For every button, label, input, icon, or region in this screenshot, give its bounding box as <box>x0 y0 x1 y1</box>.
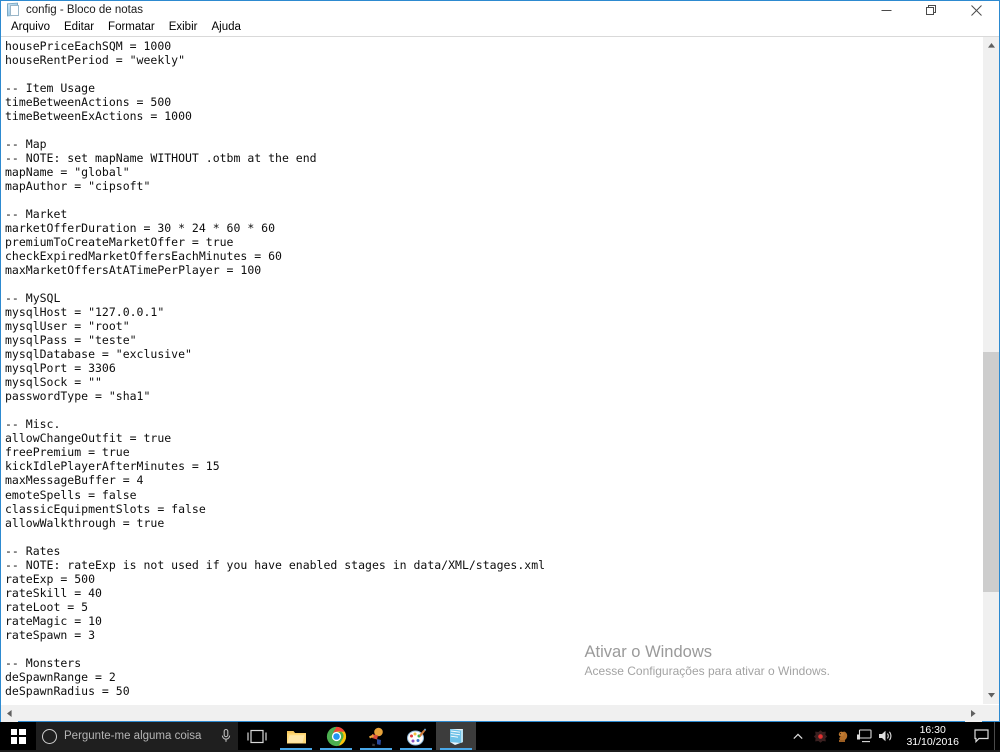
squirrel-icon[interactable] <box>831 722 853 750</box>
volume-icon[interactable] <box>875 722 897 750</box>
file-explorer-icon <box>286 726 307 747</box>
search-placeholder: Pergunte-me alguma coisa <box>64 730 220 742</box>
vertical-scrollbar-track[interactable] <box>983 54 999 687</box>
windows-logo-icon <box>11 729 26 744</box>
taskbar-app-google-chrome[interactable] <box>316 722 356 750</box>
game-client-icon <box>366 726 387 747</box>
google-chrome-icon <box>326 726 347 747</box>
title-bar[interactable]: config - Bloco de notas <box>1 0 999 19</box>
task-view-icon <box>247 729 267 744</box>
editor-region: housePriceEachSQM = 1000 houseRentPeriod… <box>1 37 999 704</box>
clock-date: 31/10/2016 <box>906 736 959 748</box>
maximize-restore-button[interactable] <box>909 1 954 20</box>
scrollbar-corner <box>982 705 999 721</box>
network-icon[interactable] <box>853 722 875 750</box>
microphone-icon[interactable] <box>220 728 232 744</box>
scroll-down-arrow-icon[interactable] <box>983 687 999 704</box>
action-center-icon <box>974 729 989 743</box>
close-button[interactable] <box>954 1 999 20</box>
task-view-button[interactable] <box>238 722 276 750</box>
notepad-icon <box>5 2 21 18</box>
notepad-window: config - Bloco de notas Arquivo Editar <box>0 0 1000 722</box>
start-button[interactable] <box>0 722 36 750</box>
search-input[interactable]: Pergunte-me alguma coisa <box>36 722 238 750</box>
show-desktop-button[interactable] <box>994 722 1000 750</box>
minimize-button[interactable] <box>864 1 909 20</box>
tray-expand-chevron-up-icon[interactable] <box>787 722 809 750</box>
window-controls <box>864 1 999 20</box>
scroll-up-arrow-icon[interactable] <box>983 37 999 54</box>
menu-item-arquivo[interactable]: Arquivo <box>4 19 57 36</box>
menu-item-formatar[interactable]: Formatar <box>101 19 162 36</box>
horizontal-scrollbar[interactable] <box>1 704 999 721</box>
antivirus-icon[interactable] <box>809 722 831 750</box>
editor-text: housePriceEachSQM = 1000 houseRentPeriod… <box>5 39 982 698</box>
taskbar-app-file-explorer[interactable] <box>276 722 316 750</box>
taskbar-clock[interactable]: 16:30 31/10/2016 <box>897 722 968 750</box>
taskbar-apps <box>276 722 476 750</box>
menu-item-exibir[interactable]: Exibir <box>162 19 205 36</box>
menu-bar: Arquivo Editar Formatar Exibir Ajuda <box>1 19 999 37</box>
taskbar-app-game-client[interactable] <box>356 722 396 750</box>
taskbar: Pergunte-me alguma coisa <box>0 722 1000 750</box>
notepad-icon <box>446 726 467 747</box>
menu-item-editar[interactable]: Editar <box>57 19 101 36</box>
scroll-right-arrow-icon[interactable] <box>965 705 982 722</box>
text-editor[interactable]: housePriceEachSQM = 1000 houseRentPeriod… <box>1 37 982 704</box>
taskbar-app-notepad[interactable] <box>436 722 476 750</box>
menu-item-ajuda[interactable]: Ajuda <box>204 19 247 36</box>
taskbar-app-paint[interactable] <box>396 722 436 750</box>
system-tray: 16:30 31/10/2016 <box>787 722 1000 750</box>
vertical-scrollbar-thumb[interactable] <box>983 352 999 593</box>
window-title: config - Bloco de notas <box>26 1 143 20</box>
paint-icon <box>406 726 427 747</box>
clock-time: 16:30 <box>920 724 946 736</box>
action-center-button[interactable] <box>968 722 994 750</box>
cortana-circle-icon <box>42 729 57 744</box>
scroll-left-arrow-icon[interactable] <box>1 705 18 722</box>
horizontal-scrollbar-track[interactable] <box>18 705 965 721</box>
vertical-scrollbar[interactable] <box>982 37 999 704</box>
